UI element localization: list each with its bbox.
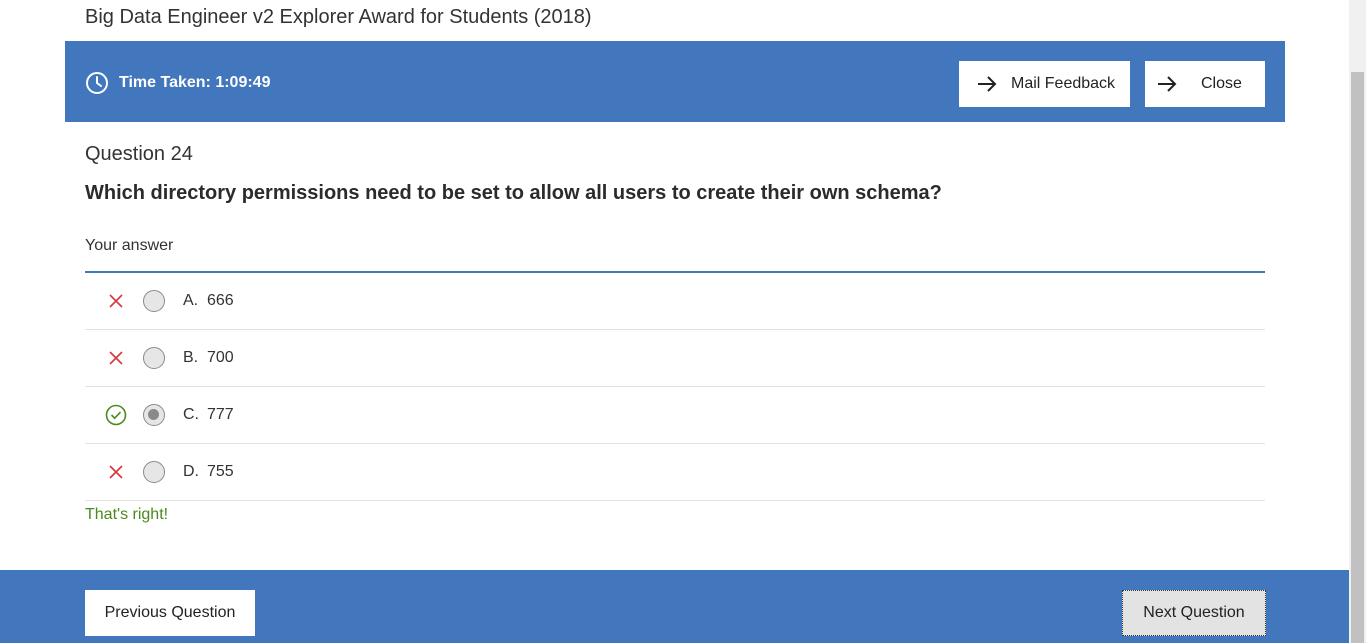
close-button[interactable]: Close	[1145, 61, 1265, 107]
feedback-message: That's right!	[85, 506, 169, 523]
clock-icon	[86, 72, 108, 94]
option-letter: C.	[183, 406, 199, 423]
timer-label: Time Taken: 1:09:49	[119, 74, 271, 91]
question-number: Question 24	[85, 143, 193, 165]
cross-icon	[105, 347, 127, 369]
previous-question-button[interactable]: Previous Question	[85, 590, 255, 636]
mail-feedback-label: Mail Feedback	[1011, 75, 1116, 92]
page-title: Big Data Engineer v2 Explorer Award for …	[85, 6, 592, 28]
check-circle-icon	[105, 404, 127, 426]
cross-icon	[105, 461, 127, 483]
arrow-right-icon	[1158, 76, 1177, 92]
answer-label: Your answer	[85, 237, 174, 254]
option-value: 666	[207, 292, 234, 309]
option-value: 700	[207, 349, 234, 366]
next-question-button[interactable]: Next Question	[1122, 590, 1266, 636]
scrollbar[interactable]	[1349, 0, 1366, 643]
close-label: Close	[1201, 75, 1242, 92]
option-a-radio[interactable]	[143, 290, 165, 312]
answer-options: A. 666 B. 700 C. 777 D. 755	[85, 273, 1265, 501]
option-d-radio[interactable]	[143, 461, 165, 483]
question-text: Which directory permissions need to be s…	[85, 182, 942, 204]
footer-bar: Previous Question Next Question	[0, 570, 1349, 643]
option-letter: B.	[183, 349, 199, 366]
option-letter: A.	[183, 292, 199, 309]
option-letter: D.	[183, 463, 199, 480]
cross-icon	[105, 290, 127, 312]
option-b-radio[interactable]	[143, 347, 165, 369]
option-a[interactable]: A. 666	[85, 273, 1265, 330]
option-b[interactable]: B. 700	[85, 330, 1265, 387]
option-d[interactable]: D. 755	[85, 444, 1265, 501]
mail-feedback-button[interactable]: Mail Feedback	[959, 61, 1130, 107]
option-value: 755	[207, 463, 234, 480]
arrow-right-icon	[978, 76, 997, 92]
option-value: 777	[207, 406, 234, 423]
option-c-radio[interactable]	[143, 404, 165, 426]
header-bar: Time Taken: 1:09:49 Mail Feedback Close	[65, 41, 1285, 122]
scrollbar-thumb[interactable]	[1351, 72, 1364, 643]
timer: Time Taken: 1:09:49	[85, 71, 270, 95]
option-c[interactable]: C. 777	[85, 387, 1265, 444]
